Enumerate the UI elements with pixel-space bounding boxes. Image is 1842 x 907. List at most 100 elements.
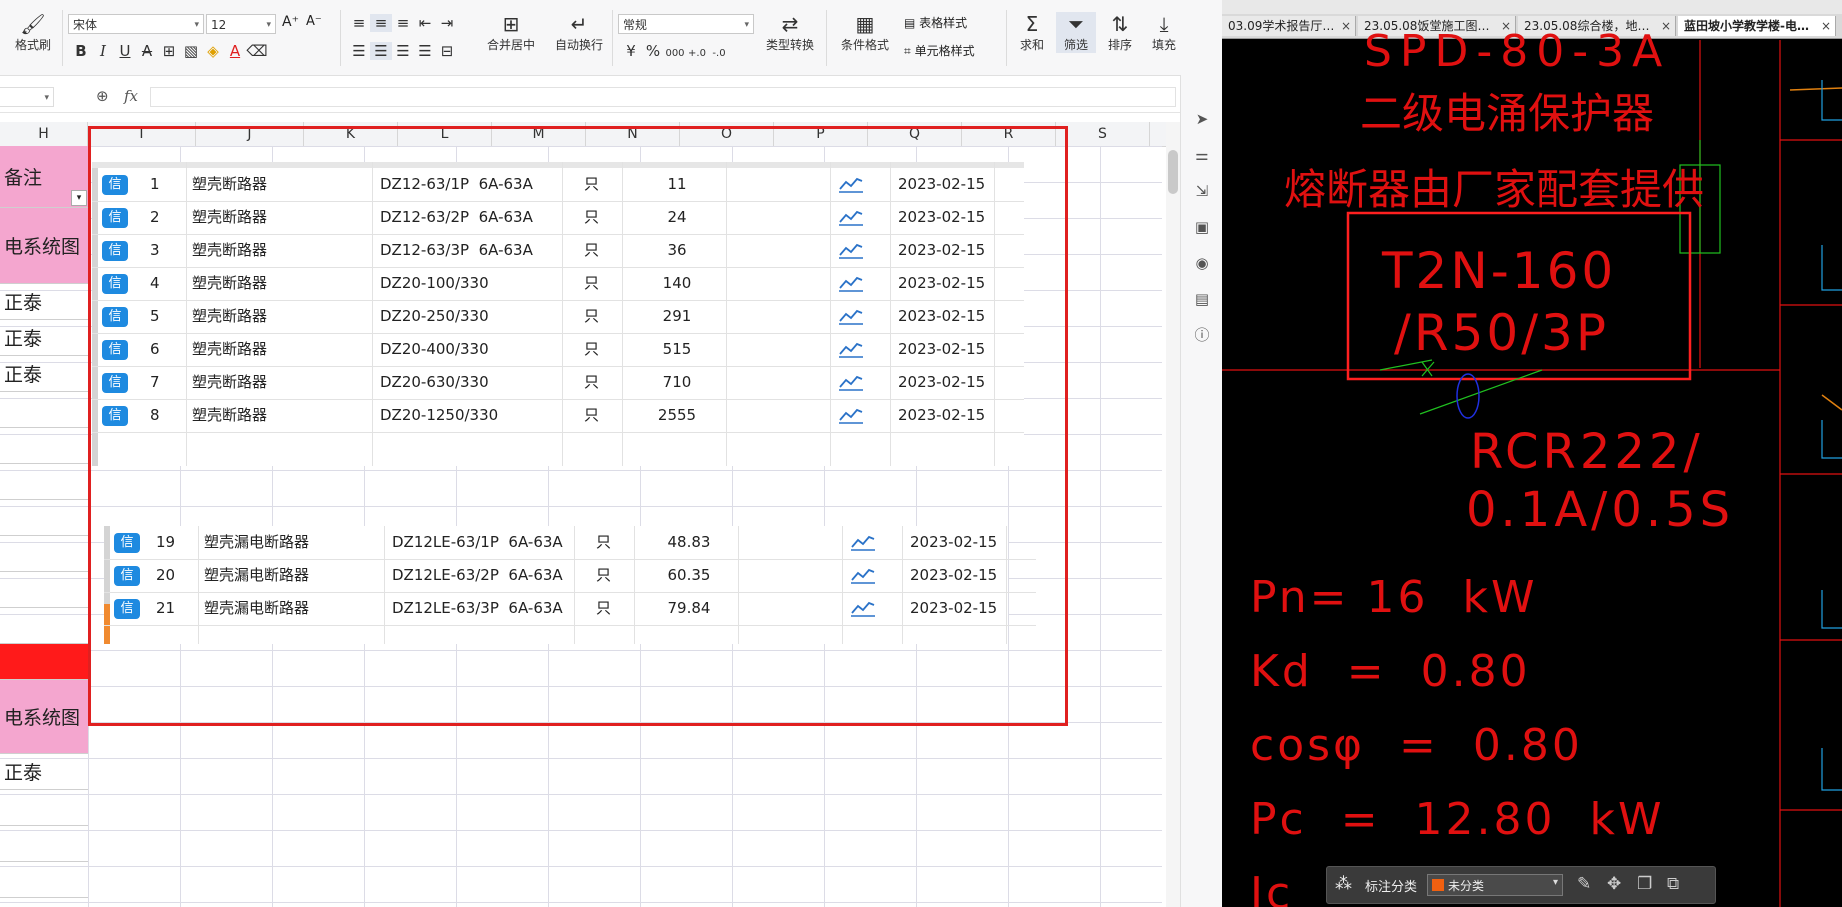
cell-style-button[interactable]: ⌗ 单元格样式: [904, 42, 975, 59]
align-bottom-icon[interactable]: ≡: [392, 14, 414, 32]
cell-h[interactable]: 电系统图: [0, 208, 88, 284]
cell-h[interactable]: [0, 862, 88, 898]
decimal-decrease-icon[interactable]: -.0: [708, 48, 730, 59]
cell-h-note-header[interactable]: 备注 ▾: [0, 146, 88, 208]
align-top-icon[interactable]: ≡: [348, 14, 370, 32]
cell-h[interactable]: [0, 428, 88, 464]
zoom-icon[interactable]: ⊕: [96, 87, 109, 105]
bold-icon[interactable]: B: [70, 42, 92, 60]
font-name-select[interactable]: 宋体 ▾: [68, 14, 204, 34]
help-icon[interactable]: ⓘ: [1192, 325, 1212, 345]
decimal-increase-icon[interactable]: +.0: [686, 48, 708, 59]
font-shrink-button[interactable]: A⁻: [306, 14, 322, 29]
gallery-icon[interactable]: ▣: [1192, 217, 1212, 237]
eraser-icon[interactable]: ⌫: [246, 42, 268, 60]
font-grow-button[interactable]: A⁺: [282, 14, 299, 30]
column-header[interactable]: S: [1056, 122, 1150, 146]
justify-icon[interactable]: ☰: [414, 42, 436, 60]
ribbon-toolbar: 🖌 格式刷 宋体 ▾ 12 ▾ A⁺ A⁻ B I U A ⊞ ▧ ◈ A ⌫ ≡ ≡ ≡ ⇤ ⇥ ☰ ☰ ☰ ☰…: [0, 0, 1222, 76]
cell-h[interactable]: 正泰: [0, 754, 88, 790]
pen-icon[interactable]: ✎: [1577, 874, 1591, 894]
filter-button[interactable]: ⏷ 筛选: [1056, 12, 1096, 53]
strikethrough-icon[interactable]: A: [136, 42, 158, 60]
cell-h[interactable]: [0, 790, 88, 826]
fill-pattern-icon[interactable]: ▧: [180, 42, 202, 60]
formula-input[interactable]: [150, 87, 1176, 107]
align-middle-icon[interactable]: ≡: [370, 14, 392, 32]
cell-h[interactable]: 电系统图: [0, 680, 88, 754]
indent-increase-icon[interactable]: ⇥: [436, 14, 458, 32]
transform-icon[interactable]: ⇲: [1192, 181, 1212, 201]
number-format-select[interactable]: 常规 ▾: [618, 14, 754, 34]
copy-icon[interactable]: ⧉: [1667, 874, 1679, 894]
cell-text: 正泰: [4, 292, 43, 314]
align-top-group: ≡ ≡ ≡ ⇤ ⇥: [348, 14, 458, 32]
sort-label: 排序: [1107, 38, 1132, 52]
format-painter-button[interactable]: 🖌 格式刷: [8, 12, 58, 53]
merge-center-button[interactable]: ⊞ 合并居中: [480, 12, 542, 53]
percent-button[interactable]: %: [642, 42, 664, 60]
vertical-scrollbar[interactable]: [1166, 122, 1180, 907]
sort-button[interactable]: ⇅ 排序: [1100, 12, 1140, 53]
grid-icon[interactable]: ⁂: [1335, 874, 1352, 894]
conditional-format-button[interactable]: ▦ 条件格式: [832, 12, 898, 53]
align-right-icon[interactable]: ☰: [392, 42, 414, 60]
cell-h[interactable]: [0, 536, 88, 572]
sum-button[interactable]: Σ 求和: [1012, 12, 1052, 53]
cad-text-rcr-spec: 0.1A/0.5S: [1466, 482, 1735, 538]
sigma-icon: Σ: [1025, 12, 1039, 36]
cell-text: 正泰: [4, 328, 43, 350]
cursor-icon[interactable]: ➤: [1192, 109, 1212, 129]
wrap-text-button[interactable]: ↵ 自动换行: [548, 12, 610, 53]
cell-h-red[interactable]: [0, 644, 88, 680]
italic-icon[interactable]: I: [92, 42, 114, 60]
cell-text: 电系统图: [4, 707, 81, 729]
layers-icon[interactable]: ❐: [1637, 874, 1652, 894]
cell-h[interactable]: 正泰: [0, 356, 88, 392]
cell-h[interactable]: [0, 500, 88, 536]
number-format-group: ¥% 000 +.0 -.0: [620, 42, 730, 60]
indent-decrease-icon[interactable]: ⇤: [414, 14, 436, 32]
border-icon[interactable]: ⊞: [158, 42, 180, 60]
distribute-icon[interactable]: ⊟: [436, 42, 458, 60]
chevron-down-icon: ▾: [744, 20, 749, 30]
fill-color-icon[interactable]: ◈: [202, 42, 224, 60]
currency-icon[interactable]: ¥: [620, 42, 642, 60]
table-style-label: 表格样式: [919, 16, 968, 30]
sliders-icon[interactable]: ⚌: [1192, 145, 1212, 165]
font-color-icon[interactable]: A: [224, 42, 246, 60]
wrap-text-label: 自动换行: [554, 38, 603, 52]
cad-text-surge: 二级电涌保护器: [1360, 89, 1655, 138]
cell-h[interactable]: 正泰: [0, 284, 88, 320]
cell-h[interactable]: [0, 826, 88, 862]
category-color-swatch: [1432, 879, 1444, 891]
book-icon[interactable]: ▤: [1192, 289, 1212, 309]
filter-label: 筛选: [1063, 38, 1088, 52]
column-header[interactable]: H: [0, 122, 88, 146]
align-center-icon[interactable]: ☰: [370, 42, 392, 60]
location-icon[interactable]: ◉: [1192, 253, 1212, 273]
font-size-select[interactable]: 12 ▾: [206, 14, 276, 34]
annotation-category-select[interactable]: 未分类 ▾: [1427, 874, 1563, 896]
cell-h[interactable]: 正泰: [0, 320, 88, 356]
type-convert-button[interactable]: ⇄ 类型转换: [758, 12, 822, 53]
cell-h[interactable]: [0, 392, 88, 428]
name-box[interactable]: ▾: [0, 87, 54, 107]
fx-label: fx: [124, 87, 139, 105]
format-painter-label: 格式刷: [14, 38, 51, 52]
cell-h[interactable]: [0, 464, 88, 500]
thousands-button[interactable]: 000: [664, 48, 686, 59]
align-left-icon[interactable]: ☰: [348, 42, 370, 60]
underline-icon[interactable]: U: [114, 42, 136, 60]
cell-text: 正泰: [4, 762, 43, 784]
fill-button[interactable]: ⤓ 填充: [1144, 12, 1184, 53]
move-icon[interactable]: ✥: [1607, 874, 1621, 894]
cell-h[interactable]: [0, 608, 88, 644]
cad-text-breaker-spec: /R50/3P: [1394, 304, 1610, 362]
scrollbar-thumb[interactable]: [1168, 150, 1178, 194]
filter-dropdown-icon[interactable]: ▾: [71, 190, 87, 206]
cell-h[interactable]: [0, 572, 88, 608]
cad-text-breaker-model: T2N-160: [1382, 242, 1617, 300]
table-style-button[interactable]: ▤ 表格样式: [904, 14, 967, 31]
selection-rectangle: [88, 126, 1068, 726]
